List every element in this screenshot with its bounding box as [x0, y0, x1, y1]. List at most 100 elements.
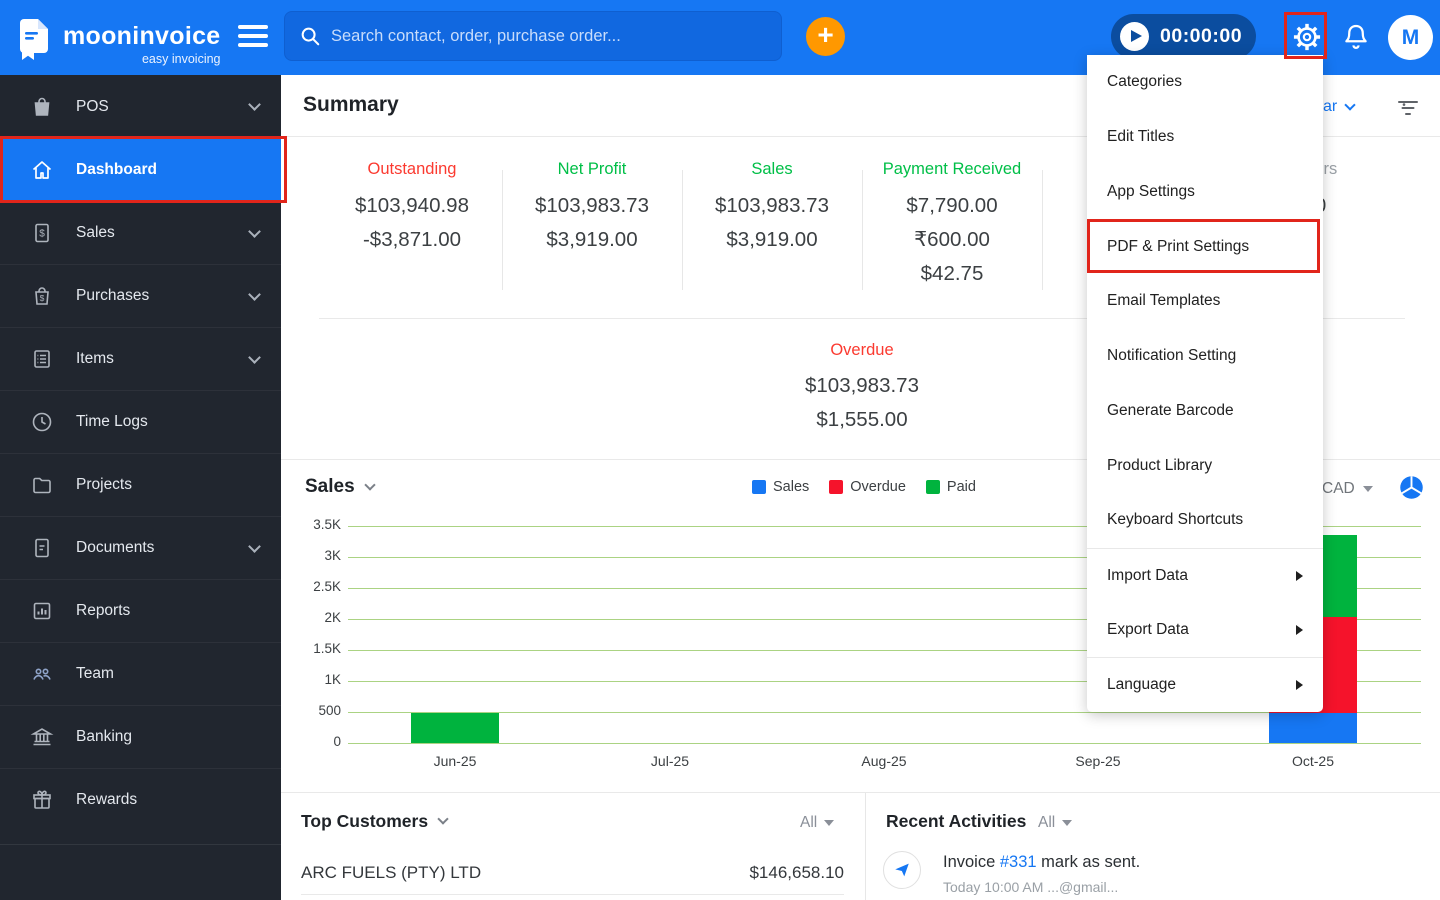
invoice-link[interactable]: #331 — [1000, 853, 1037, 871]
sidebar-item-team[interactable]: Team — [0, 642, 281, 705]
settings-gear-icon[interactable] — [1291, 21, 1323, 53]
y-axis-tick: 1K — [324, 672, 341, 687]
gridline — [348, 743, 1421, 744]
brand-name: mooninvoice — [63, 22, 221, 50]
menu-item-pdf-print-settings[interactable]: PDF & Print Settings — [1087, 219, 1323, 274]
sidebar-item-banking[interactable]: Banking — [0, 705, 281, 768]
hamburger-menu-icon[interactable] — [238, 25, 268, 49]
customer-name: ARC FUELS (PTY) LTD — [301, 862, 482, 882]
sidebar-item-sales[interactable]: $ Sales — [0, 201, 281, 264]
folder-icon — [33, 477, 51, 494]
menu-item-import-data[interactable]: Import Data — [1087, 547, 1323, 603]
sidebar-item-items[interactable]: Items — [0, 327, 281, 390]
sidebar-item-time-logs[interactable]: Time Logs — [0, 390, 281, 453]
sidebar-item-label: Team — [76, 665, 114, 682]
period-dropdown[interactable]: ar — [1323, 98, 1356, 116]
sidebar-item-dashboard[interactable]: Dashboard — [0, 138, 281, 201]
home-icon — [32, 161, 52, 179]
sidebar-item-pos[interactable]: POS — [0, 75, 281, 138]
top-customers-title-dropdown[interactable]: Top Customers — [301, 811, 449, 832]
sidebar-item-label: Reports — [76, 602, 131, 619]
filter-label: All — [800, 814, 818, 831]
sidebar-item-reports[interactable]: Reports — [0, 579, 281, 642]
sidebar: POS Dashboard $ Sales $ Purchases Items … — [0, 75, 281, 900]
sidebar-item-label: Purchases — [76, 287, 150, 304]
sidebar-item-label: POS — [76, 97, 109, 115]
settings-dropdown-menu: Categories Edit Titles App Settings PDF … — [1087, 55, 1323, 712]
activity-text: Invoice #331 mark as sent. — [943, 853, 1141, 871]
stat-label: Payment Received — [882, 160, 1022, 178]
add-new-button[interactable]: + — [806, 17, 845, 56]
triangle-down-icon — [1062, 820, 1073, 826]
bar-segment-sales — [1269, 713, 1357, 743]
stat-net-profit: Net Profit $103,983.73 $3,919.00 — [502, 160, 682, 257]
menu-item-email-templates[interactable]: Email Templates — [1087, 274, 1323, 329]
menu-item-edit-titles[interactable]: Edit Titles — [1087, 110, 1323, 165]
sidebar-item-rewards[interactable]: Rewards — [0, 768, 281, 831]
menu-item-notification-setting[interactable]: Notification Setting — [1087, 329, 1323, 384]
shopping-bag-icon — [34, 97, 50, 116]
recent-activities-filter-dropdown[interactable]: All — [1038, 814, 1073, 832]
stat-value: $7,790.00 — [906, 194, 998, 217]
stat-value: -$3,871.00 — [362, 228, 462, 251]
search-bar[interactable] — [284, 11, 782, 61]
period-dropdown-label: ar — [1323, 98, 1338, 115]
sidebar-item-purchases[interactable]: $ Purchases — [0, 264, 281, 327]
overdue-label: Overdue — [830, 341, 894, 359]
chevron-down-icon — [1344, 99, 1356, 111]
user-avatar[interactable]: M — [1388, 15, 1433, 60]
stat-overdue: Overdue $103,983.73 $1,555.00 — [772, 341, 952, 437]
invoice-icon: $ — [35, 223, 49, 243]
menu-item-export-data[interactable]: Export Data — [1087, 603, 1323, 658]
chevron-down-icon — [248, 350, 261, 364]
sidebar-item-label: Projects — [76, 476, 132, 493]
document-icon — [35, 538, 49, 558]
menu-item-keyboard-shortcuts[interactable]: Keyboard Shortcuts — [1087, 493, 1323, 548]
sidebar-footer: ? Get Help — [0, 844, 281, 861]
menu-item-app-settings[interactable]: App Settings — [1087, 165, 1323, 220]
submenu-arrow-icon — [1296, 570, 1303, 581]
purchase-bag-icon: $ — [35, 287, 49, 305]
timer-value: 00:00:00 — [1160, 25, 1243, 47]
divider — [682, 170, 683, 290]
sidebar-item-label: Items — [76, 350, 114, 367]
menu-item-categories[interactable]: Categories — [1087, 55, 1323, 110]
sidebar-item-projects[interactable]: Projects — [0, 453, 281, 516]
triangle-down-icon — [824, 820, 835, 826]
send-icon — [883, 851, 921, 889]
menu-item-generate-barcode[interactable]: Generate Barcode — [1087, 384, 1323, 439]
activity-item: Invoice #331 mark as sent. Today 10:00 A… — [883, 851, 1140, 895]
menu-item-product-library[interactable]: Product Library — [1087, 438, 1323, 493]
overdue-value: $1,555.00 — [816, 408, 908, 431]
stat-value: ₹600.00 — [914, 228, 990, 251]
timer-widget[interactable]: 00:00:00 — [1111, 14, 1256, 59]
customer-row[interactable]: ARC FUELS (PTY) LTD $146,658.10 — [301, 851, 844, 895]
menu-item-language[interactable]: Language — [1087, 657, 1323, 712]
top-customers-filter-dropdown[interactable]: All — [800, 814, 835, 832]
x-axis-tick: Jul-25 — [650, 753, 690, 769]
play-icon[interactable] — [1120, 22, 1149, 51]
filter-icon[interactable] — [1395, 96, 1421, 120]
filter-label: All — [1038, 814, 1056, 831]
search-input[interactable] — [331, 26, 767, 46]
notifications-bell-icon[interactable] — [1341, 22, 1371, 52]
recent-activities-title: Recent Activities — [886, 811, 1026, 832]
stat-value: $3,919.00 — [726, 228, 818, 251]
top-customers-card: Top Customers All ARC FUELS (PTY) LTD $1… — [281, 793, 865, 900]
submenu-arrow-icon — [1296, 624, 1303, 635]
bar-chart-icon — [33, 602, 51, 620]
y-axis-tick: 0 — [333, 734, 341, 749]
stat-value: $103,940.98 — [354, 194, 469, 217]
avatar-initial: M — [1401, 25, 1420, 49]
sidebar-item-label: Banking — [76, 728, 133, 745]
activity-meta: Today 10:00 AM ...@gmail... — [943, 879, 1119, 895]
customer-amount: $146,658.10 — [749, 862, 844, 882]
sidebar-item-documents[interactable]: Documents — [0, 516, 281, 579]
x-axis-tick: Sep-25 — [1075, 753, 1121, 769]
x-axis-tick: Jun-25 — [433, 753, 477, 769]
brand-logo[interactable]: mooninvoice easy invoicing — [14, 17, 221, 66]
x-axis-tick: Aug-25 — [861, 753, 907, 769]
y-axis-tick: 3.5K — [313, 517, 341, 532]
chevron-down-icon — [248, 287, 261, 301]
stat-sales: Sales $103,983.73 $3,919.00 — [682, 160, 862, 257]
